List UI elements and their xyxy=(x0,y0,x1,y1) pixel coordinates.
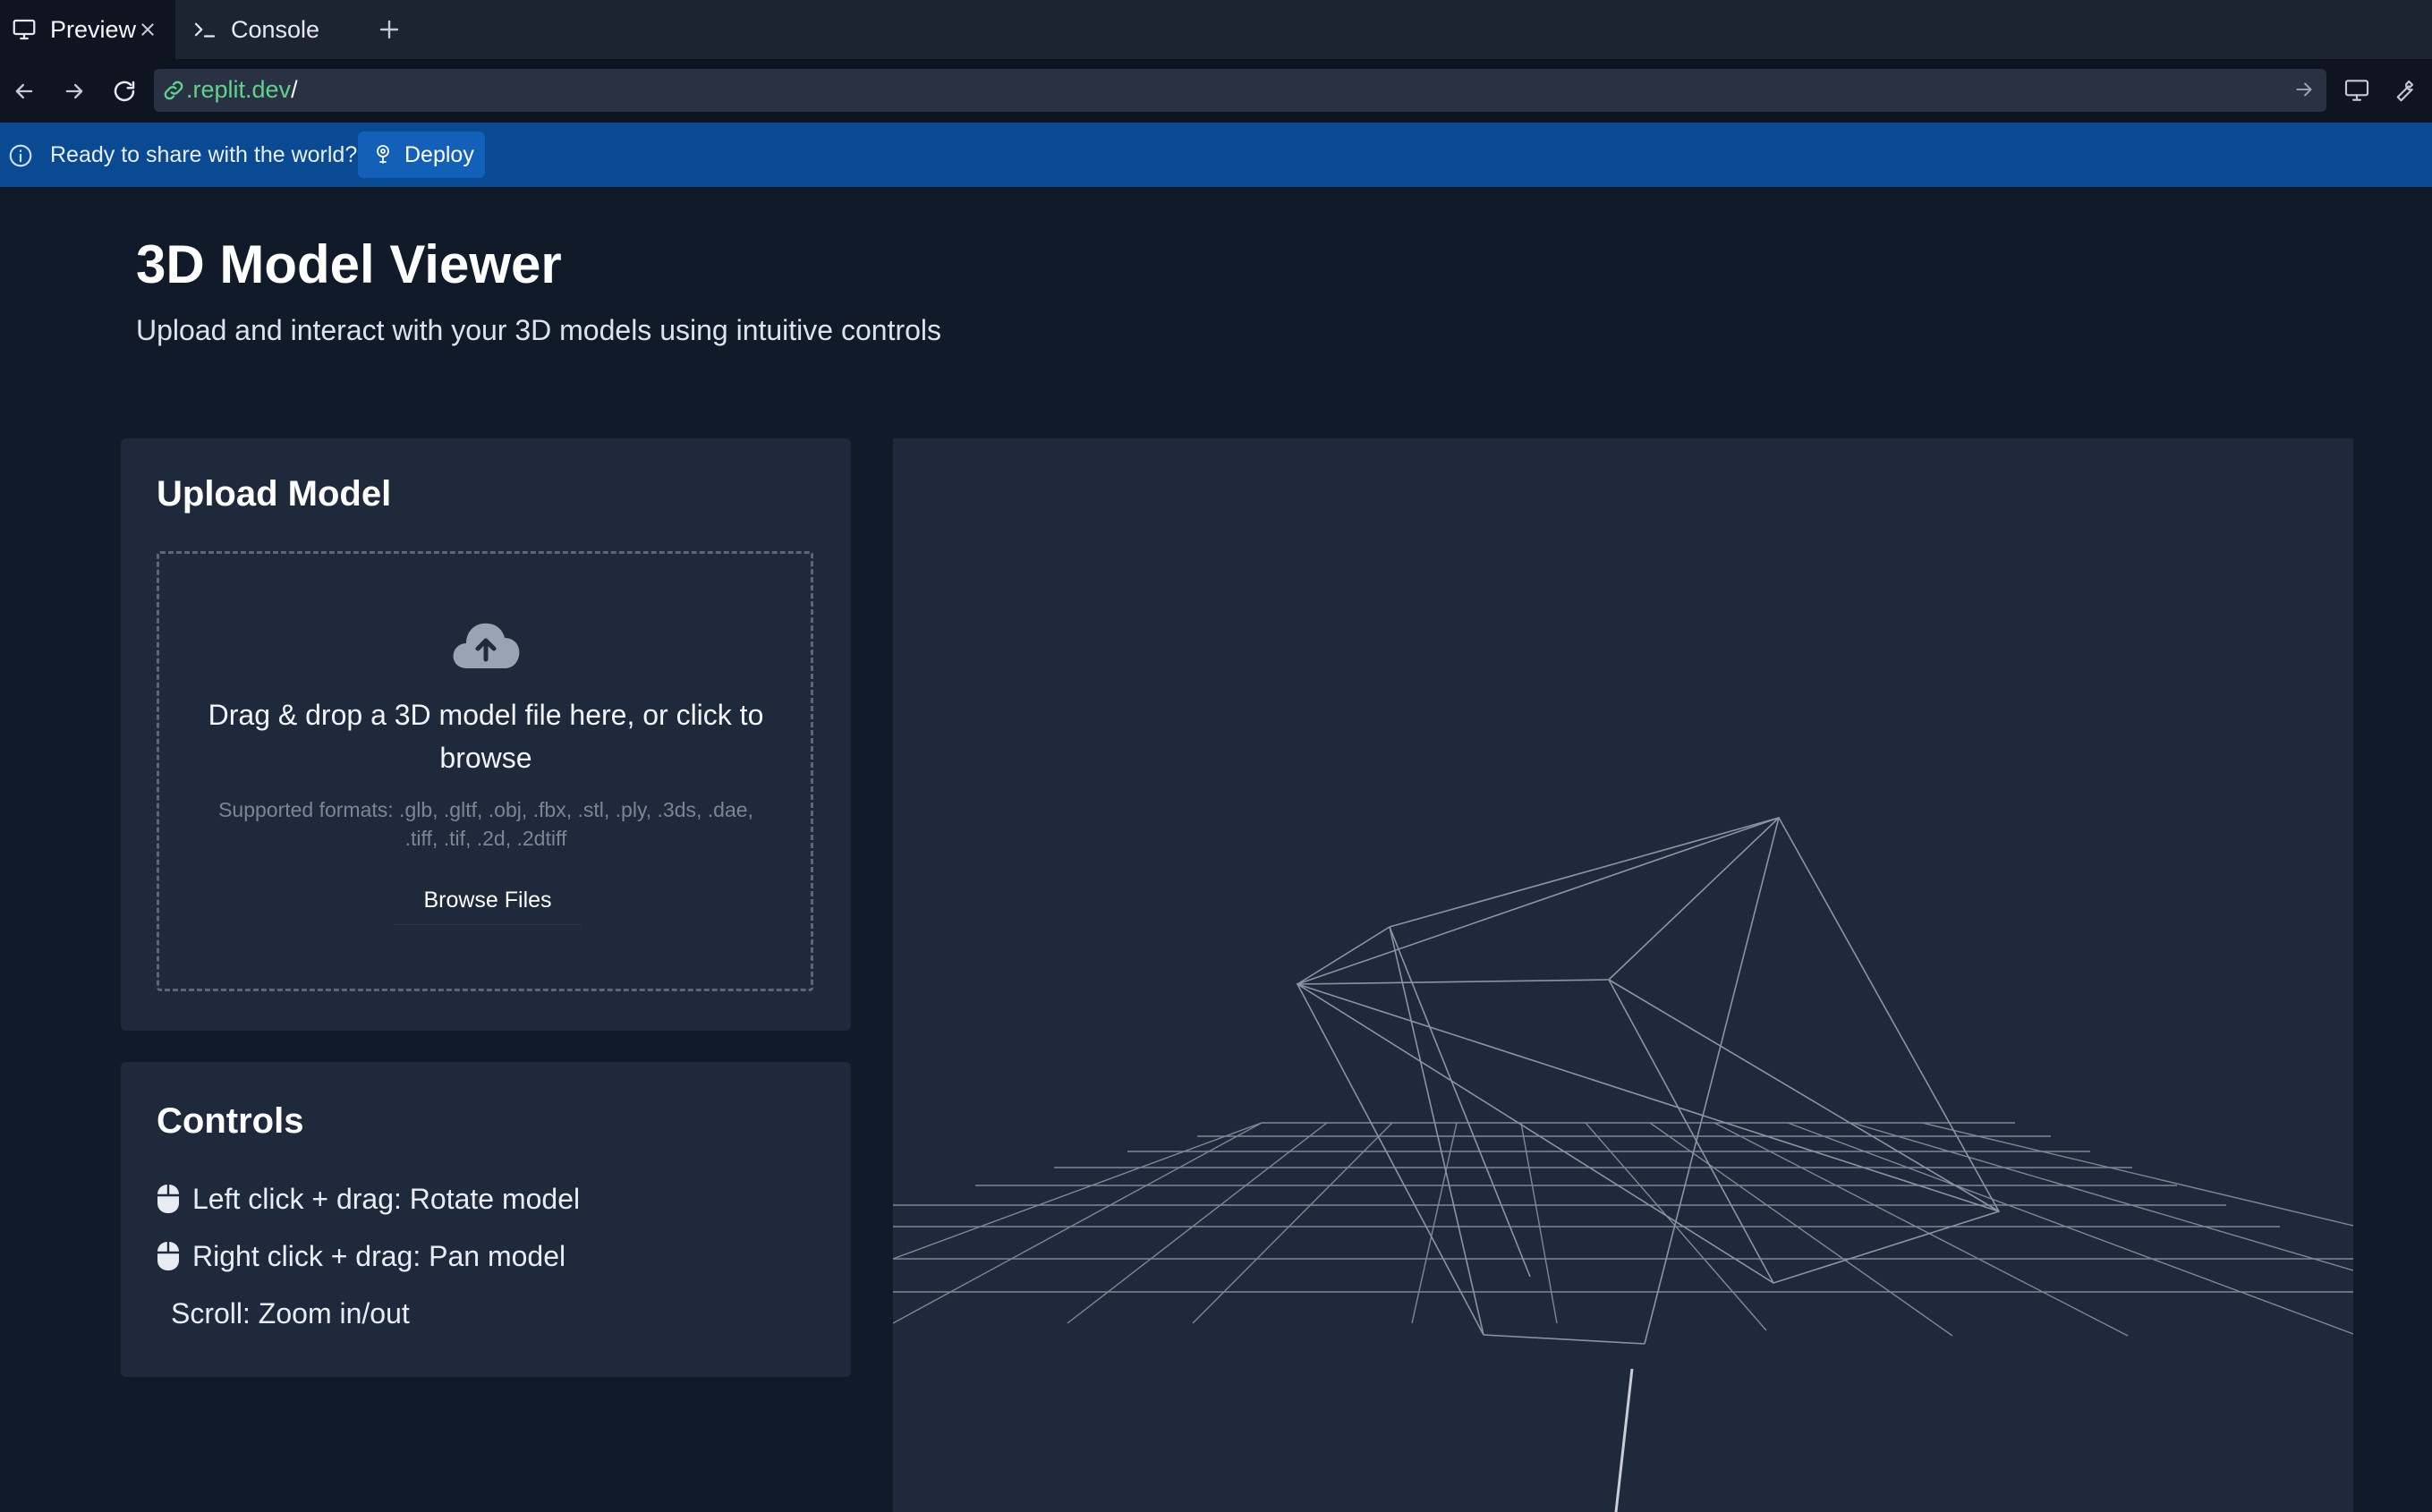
devices-icon[interactable] xyxy=(2339,72,2375,108)
controls-card: Controls Left click + drag: Rotate model… xyxy=(121,1062,851,1377)
mouse-icon xyxy=(157,1241,180,1271)
ground-grid xyxy=(893,1122,2353,1337)
wireframe-scene xyxy=(893,817,2353,1512)
control-rotate: Left click + drag: Rotate model xyxy=(157,1176,580,1221)
deploy-banner: Ready to share with the world? Deploy xyxy=(0,123,2432,187)
browse-files-button[interactable]: Browse Files xyxy=(394,876,582,925)
banner-message: Ready to share with the world? xyxy=(50,142,358,167)
tab-preview-label: Preview xyxy=(50,15,137,43)
terminal-icon xyxy=(190,14,220,45)
dropzone-text: Drag & drop a 3D model file here, or cli… xyxy=(208,699,764,774)
tab-console[interactable]: Console xyxy=(179,0,358,59)
file-dropzone[interactable]: Drag & drop a 3D model file here, or cli… xyxy=(157,551,813,991)
control-zoom-label: Scroll: Zoom in/out xyxy=(171,1296,410,1329)
deploy-button[interactable]: Deploy xyxy=(358,132,485,178)
reload-icon[interactable] xyxy=(107,74,141,108)
monitor-icon xyxy=(9,14,39,45)
wrench-icon[interactable] xyxy=(2385,72,2421,108)
page-title: 3D Model Viewer xyxy=(136,234,562,294)
go-arrow-icon[interactable] xyxy=(2292,78,2317,103)
close-icon[interactable] xyxy=(136,18,159,41)
url-host: .replit.dev xyxy=(186,76,292,103)
deploy-label: Deploy xyxy=(404,141,474,167)
cloud-upload-icon xyxy=(449,618,523,672)
model-viewport-canvas[interactable] xyxy=(893,438,2353,1512)
upload-card: Upload Model Drag & drop a 3D model file… xyxy=(121,438,851,1031)
forward-arrow-icon[interactable] xyxy=(57,74,91,108)
deploy-icon xyxy=(372,143,395,166)
page-subtitle: Upload and interact with your 3D models … xyxy=(136,314,942,346)
mouse-icon xyxy=(157,1184,180,1214)
tab-console-label: Console xyxy=(231,15,320,43)
model-wireframe xyxy=(1296,817,2001,1512)
tab-bar: Preview Console xyxy=(0,0,2432,60)
url-input[interactable]: .replit.dev/ xyxy=(154,69,2326,112)
tab-preview[interactable]: Preview xyxy=(0,0,175,59)
control-pan: Right click + drag: Pan model xyxy=(157,1234,565,1278)
info-icon xyxy=(7,142,34,169)
plus-icon[interactable] xyxy=(374,14,404,45)
control-zoom: Scroll: Zoom in/out xyxy=(171,1291,410,1336)
app-page: 3D Model Viewer Upload and interact with… xyxy=(0,187,2432,1512)
link-icon xyxy=(161,78,186,103)
back-arrow-icon[interactable] xyxy=(7,74,41,108)
control-rotate-label: Left click + drag: Rotate model xyxy=(192,1182,581,1215)
controls-card-title: Controls xyxy=(157,1101,304,1141)
control-pan-label: Right click + drag: Pan model xyxy=(192,1239,566,1272)
url-text: .replit.dev/ xyxy=(186,76,298,104)
url-path: / xyxy=(291,76,298,103)
supported-formats: Supported formats: .glb, .gltf, .obj, .f… xyxy=(218,798,753,850)
upload-card-title: Upload Model xyxy=(157,474,392,514)
address-bar-row: .replit.dev/ xyxy=(0,60,2432,123)
